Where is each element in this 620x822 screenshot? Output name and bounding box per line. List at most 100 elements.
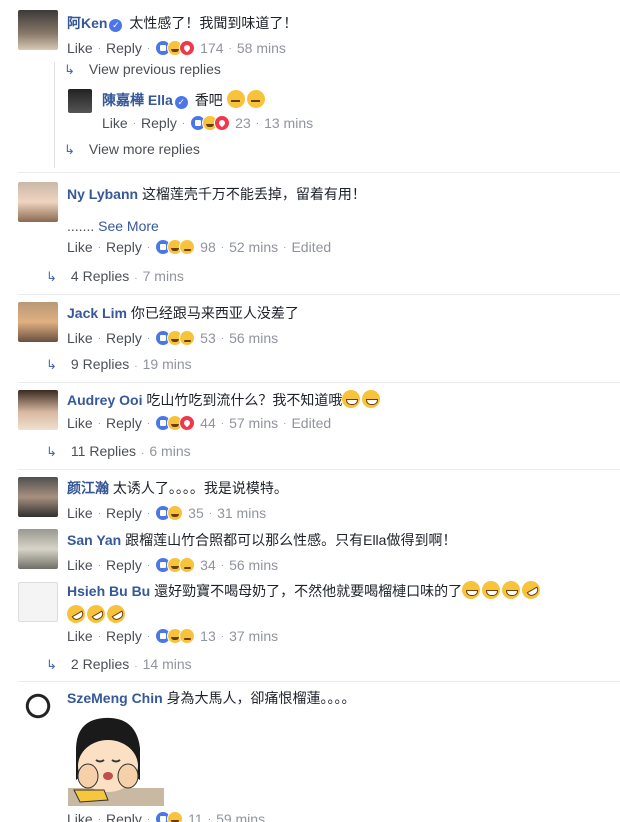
- replies-link[interactable]: ↳ 2 Replies · 14 mins: [46, 656, 192, 673]
- timestamp[interactable]: 59 mins: [216, 811, 265, 822]
- reactions[interactable]: [155, 330, 196, 346]
- timestamp[interactable]: 56 mins: [229, 330, 278, 346]
- avatar[interactable]: [18, 10, 58, 50]
- reaction-count[interactable]: 34: [200, 557, 216, 573]
- reply-button[interactable]: Reply: [106, 811, 142, 822]
- avatar[interactable]: [18, 390, 58, 430]
- reactions[interactable]: [155, 239, 196, 255]
- haha-reaction-icon: [167, 811, 184, 822]
- grin-emoji-icon: [462, 581, 481, 599]
- commenter-name[interactable]: 陳嘉樺 Ella: [102, 92, 173, 108]
- reply-button[interactable]: Reply: [106, 330, 142, 346]
- reaction-count[interactable]: 174: [200, 40, 223, 56]
- avatar[interactable]: [18, 688, 58, 728]
- reply-button[interactable]: Reply: [106, 505, 142, 521]
- comment-actions: Like · Reply · 13 · 37 mins: [67, 628, 279, 644]
- reactions[interactable]: [190, 115, 231, 131]
- comment-text: 香吧: [194, 92, 223, 108]
- reactions[interactable]: [155, 811, 184, 822]
- like-button[interactable]: Like: [67, 239, 93, 255]
- grin-emoji-icon: [502, 581, 521, 599]
- avatar[interactable]: [18, 182, 58, 222]
- commenter-name[interactable]: Audrey Ooi: [67, 392, 142, 408]
- avatar[interactable]: [18, 477, 58, 517]
- comment-actions: Like · Reply · 98 · 52 mins · Edited: [67, 239, 332, 255]
- reply-button[interactable]: Reply: [106, 415, 142, 431]
- see-more-link[interactable]: See More: [98, 218, 159, 234]
- rofl-emoji-icon: [83, 601, 109, 627]
- view-previous-replies[interactable]: ↳ View previous replies: [64, 61, 221, 78]
- sticker-image[interactable]: [54, 710, 166, 808]
- commenter-name[interactable]: 阿Ken: [67, 15, 107, 31]
- love-reaction-icon: [214, 115, 231, 131]
- truncation-dots: .......: [67, 218, 95, 234]
- reactions[interactable]: [155, 505, 184, 521]
- divider: [18, 469, 620, 470]
- commenter-name[interactable]: SzeMeng Chin: [67, 690, 163, 706]
- like-button[interactable]: Like: [67, 40, 93, 56]
- comment-text: 你已经跟马来西亚人没差了: [130, 305, 299, 321]
- reaction-count[interactable]: 53: [200, 330, 216, 346]
- reaction-count[interactable]: 13: [200, 628, 216, 644]
- timestamp[interactable]: 37 mins: [229, 628, 278, 644]
- replies-link[interactable]: ↳ 4 Replies · 7 mins: [46, 268, 184, 285]
- comment-body: 阿Ken ✓ 太性感了！我聞到味道了！ Like · Reply · 174 · 58 …: [67, 13, 616, 56]
- edited-label[interactable]: Edited: [291, 239, 331, 255]
- sad-reaction-icon: [179, 557, 196, 573]
- comment-body: San Yan 跟榴莲山竹合照都可以那么性感。只有Ella做得到啊！ Like ·…: [67, 530, 616, 573]
- commenter-name[interactable]: Ny Lybann: [67, 186, 138, 202]
- commenter-name[interactable]: San Yan: [67, 532, 121, 548]
- divider: [18, 382, 620, 383]
- like-button[interactable]: Like: [67, 557, 93, 573]
- smirk-emoji-icon: [246, 90, 265, 108]
- divider: [18, 172, 620, 173]
- reaction-count[interactable]: 44: [200, 415, 216, 431]
- reply-arrow-icon: ↳: [46, 357, 57, 372]
- like-button[interactable]: Like: [67, 415, 93, 431]
- avatar[interactable]: [18, 529, 58, 569]
- reaction-count[interactable]: 23: [235, 115, 251, 131]
- reactions[interactable]: [155, 415, 196, 431]
- comment-actions: Like · Reply · 23 · 13 mins: [102, 115, 314, 131]
- like-button[interactable]: Like: [67, 628, 93, 644]
- reactions[interactable]: [155, 40, 196, 56]
- commenter-name[interactable]: 颜江瀚: [67, 480, 109, 496]
- reply-arrow-icon: ↳: [64, 142, 75, 157]
- avatar[interactable]: [68, 89, 92, 113]
- timestamp[interactable]: 52 mins: [229, 239, 278, 255]
- verified-badge-icon: ✓: [109, 19, 123, 32]
- like-button[interactable]: Like: [67, 505, 93, 521]
- like-button[interactable]: Like: [67, 330, 93, 346]
- reaction-count[interactable]: 35: [188, 505, 204, 521]
- reply-button[interactable]: Reply: [106, 239, 142, 255]
- replies-link[interactable]: ↳ 9 Replies · 19 mins: [46, 356, 192, 373]
- timestamp[interactable]: 58 mins: [237, 40, 286, 56]
- avatar[interactable]: [18, 302, 58, 342]
- like-button[interactable]: Like: [102, 115, 128, 131]
- reactions[interactable]: [155, 557, 196, 573]
- reactions[interactable]: [155, 628, 196, 644]
- reply-button[interactable]: Reply: [106, 40, 142, 56]
- comment-actions: Like · Reply · 35 · 31 mins: [67, 505, 267, 521]
- timestamp[interactable]: 13 mins: [264, 115, 313, 131]
- reply-button[interactable]: Reply: [141, 115, 177, 131]
- timestamp[interactable]: 31 mins: [217, 505, 266, 521]
- reply-body: 陳嘉樺 Ella ✓ 香吧 Like · Reply · 23 · 13 mins: [102, 90, 616, 131]
- avatar[interactable]: [18, 582, 58, 622]
- timestamp[interactable]: 56 mins: [229, 557, 278, 573]
- reply-arrow-icon: ↳: [64, 62, 75, 77]
- edited-label[interactable]: Edited: [291, 415, 331, 431]
- rofl-emoji-icon: [103, 601, 129, 627]
- commenter-name[interactable]: Hsieh Bu Bu: [67, 583, 150, 599]
- reaction-count[interactable]: 11: [188, 811, 203, 822]
- reaction-count[interactable]: 98: [200, 239, 216, 255]
- replies-link[interactable]: ↳ 11 Replies · 6 mins: [46, 443, 191, 460]
- like-button[interactable]: Like: [67, 811, 93, 822]
- commenter-name[interactable]: Jack Lim: [67, 305, 127, 321]
- timestamp[interactable]: 57 mins: [229, 415, 278, 431]
- reply-button[interactable]: Reply: [106, 557, 142, 573]
- reply-arrow-icon: ↳: [46, 269, 57, 284]
- comment-body: 颜江瀚 太诱人了。。。。我是说模特。 Like · Reply · 35 · 31 m…: [67, 478, 616, 521]
- view-more-replies[interactable]: ↳ View more replies: [64, 141, 200, 158]
- reply-button[interactable]: Reply: [106, 628, 142, 644]
